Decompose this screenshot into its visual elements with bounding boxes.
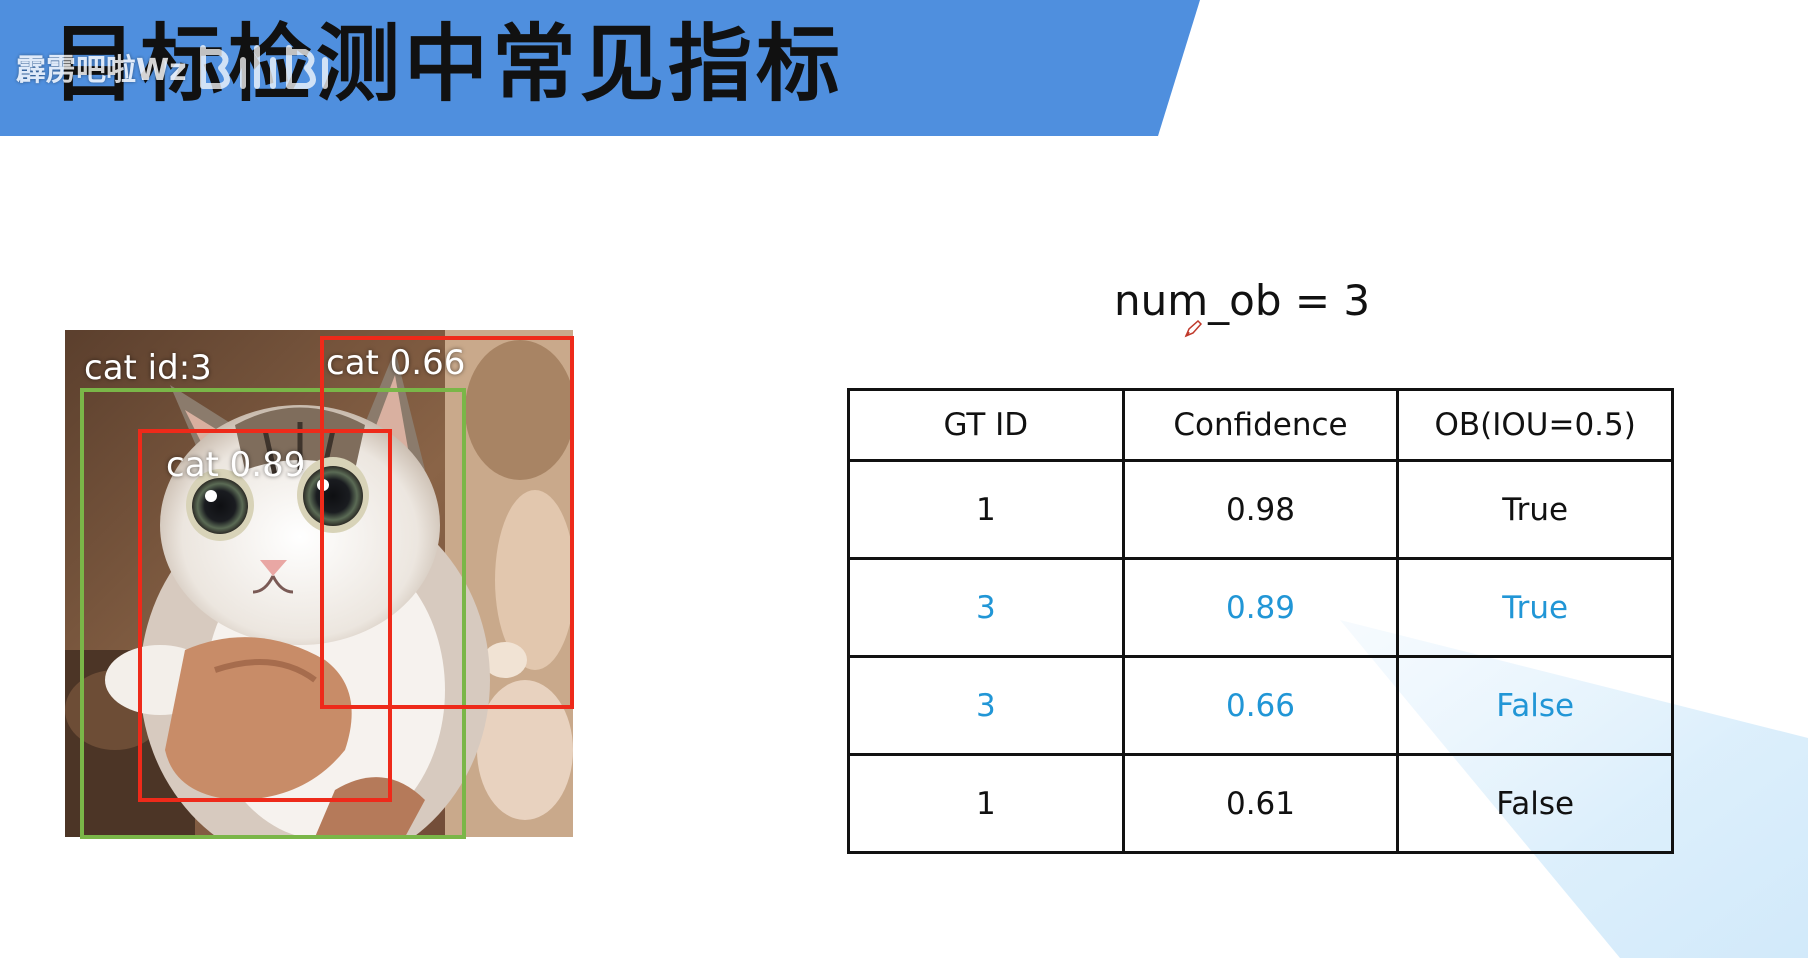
header-ob: OB(IOU=0.5)	[1396, 388, 1674, 462]
num-ob-text: num_ob = 3	[1114, 276, 1371, 325]
cell-confidence: 0.66	[1121, 655, 1400, 756]
table-row: 3 0.89 True	[847, 557, 1674, 658]
results-table: GT ID Confidence OB(IOU=0.5) 1 0.98 True…	[847, 388, 1674, 854]
watermark-name: 霹雳吧啦Wz	[16, 53, 187, 88]
ground-truth-label: cat id:3	[84, 348, 212, 388]
table-row: 3 0.66 False	[847, 655, 1674, 756]
cell-gt-id: 1	[847, 459, 1125, 560]
cell-confidence: 0.61	[1121, 753, 1400, 854]
cell-ob: True	[1396, 459, 1674, 560]
header-confidence: Confidence	[1121, 388, 1400, 462]
cell-gt-id: 3	[847, 557, 1125, 658]
header-gt-id: GT ID	[847, 388, 1125, 462]
prediction-label-066: cat 0.66	[326, 343, 466, 383]
pen-cursor-icon	[1184, 320, 1202, 338]
cell-ob: False	[1396, 655, 1674, 756]
watermark: 霹雳吧啦Wz	[16, 42, 333, 92]
cell-confidence: 0.89	[1121, 557, 1400, 658]
cell-gt-id: 3	[847, 655, 1125, 756]
bilibili-logo-icon	[199, 45, 328, 89]
cell-gt-id: 1	[847, 753, 1125, 854]
table-header-row: GT ID Confidence OB(IOU=0.5)	[847, 388, 1674, 462]
cell-ob: False	[1396, 753, 1674, 854]
table-row: 1 0.61 False	[847, 753, 1674, 854]
prediction-label-089: cat 0.89	[166, 445, 306, 485]
cell-ob: True	[1396, 557, 1674, 658]
table-row: 1 0.98 True	[847, 459, 1674, 560]
cell-confidence: 0.98	[1121, 459, 1400, 560]
